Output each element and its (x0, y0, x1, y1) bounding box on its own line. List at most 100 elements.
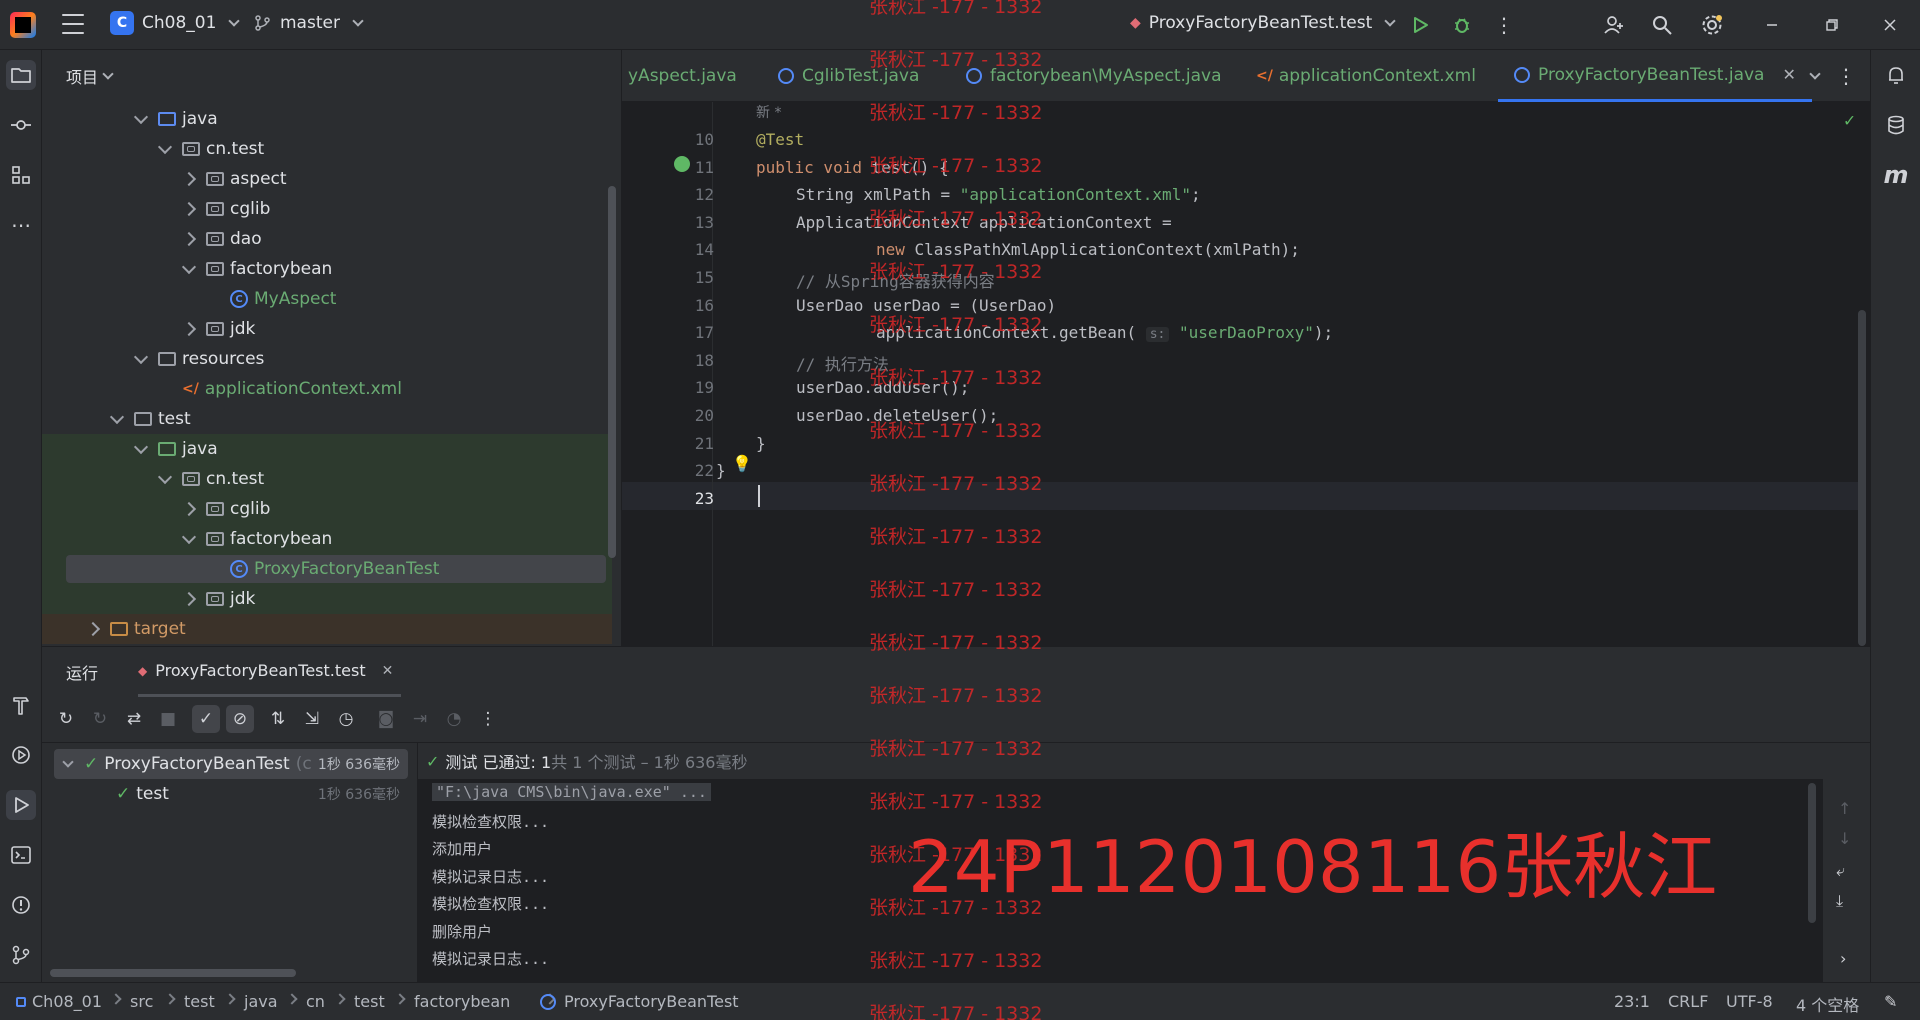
expand-right-icon[interactable]: › (1840, 949, 1846, 968)
chevron-right-icon[interactable] (181, 321, 197, 337)
intellij-logo-icon[interactable] (10, 12, 36, 38)
history-clock-icon[interactable]: ◷ (332, 705, 360, 733)
breadcrumb-item[interactable]: Ch08_01 (32, 992, 102, 1011)
tree-item[interactable]: java (42, 104, 612, 134)
tab-application-context[interactable]: </ applicationContext.xml (1256, 50, 1476, 102)
intention-bulb-icon[interactable]: 💡 (732, 454, 752, 473)
git-icon[interactable] (6, 940, 36, 970)
run-tab[interactable]: ◆ ProxyFactoryBeanTest.test ✕ (138, 647, 402, 697)
run-more-icon[interactable]: ⋮ (474, 705, 502, 733)
notifications-bell-icon[interactable] (1881, 60, 1911, 90)
code-editor[interactable]: 新 * 10 @Test 11 public void test() {12 Strin… (622, 102, 1870, 646)
code-line[interactable]: userDao.addUser(); (796, 378, 969, 397)
services-icon[interactable] (6, 740, 36, 770)
chevron-down-icon[interactable] (157, 139, 173, 154)
camera-icon[interactable]: ◙ (372, 705, 400, 733)
code-line[interactable]: @Test (756, 130, 804, 149)
settings-gear-icon[interactable] (1698, 11, 1726, 39)
more-tools-icon[interactable]: ⋯ (6, 210, 36, 240)
code-line[interactable]: userDao.deleteUser(); (796, 406, 998, 425)
close-tab-icon[interactable]: ✕ (1782, 65, 1795, 84)
stop-icon[interactable]: ■ (154, 705, 182, 733)
chevron-right-icon[interactable] (181, 501, 197, 517)
code-line[interactable]: } (716, 461, 726, 480)
code-line[interactable]: ApplicationContext applicationContext = (796, 213, 1172, 232)
show-ignored-icon[interactable]: ⊘ (226, 705, 254, 733)
close-window-icon[interactable] (1876, 11, 1904, 39)
breadcrumb-item[interactable]: cn (306, 992, 325, 1011)
test-suite-row[interactable]: ✓ ProxyFactoryBeanTest (c 1秒 636毫秒 (54, 749, 408, 779)
breadcrumb-item[interactable]: java (244, 992, 278, 1011)
tree-item[interactable]: jdk (42, 314, 612, 344)
close-run-tab-icon[interactable]: ✕ (382, 663, 394, 679)
soft-wrap-icon[interactable]: ⤶ (1836, 861, 1845, 881)
code-line[interactable]: // 执行方法 (796, 351, 889, 375)
chevron-down-icon[interactable] (133, 349, 149, 364)
line-separator[interactable]: CRLF (1668, 992, 1708, 1011)
project-scrollbar[interactable] (608, 186, 616, 558)
code-line[interactable]: public void test() { (756, 158, 949, 177)
tree-item[interactable]: java (42, 434, 612, 464)
tab-list-chevron-icon[interactable] (1798, 62, 1826, 90)
project-tool-folder-icon[interactable] (6, 60, 36, 90)
chevron-right-icon[interactable] (181, 591, 197, 607)
tree-item[interactable]: dao (42, 224, 612, 254)
chevron-right-icon[interactable] (181, 231, 197, 247)
tab-cglib-test[interactable]: CglibTest.java (778, 50, 919, 102)
add-user-icon[interactable] (1600, 11, 1628, 39)
code-line[interactable]: new ClassPathXmlApplicationContext(xmlPa… (876, 240, 1300, 259)
run-tool-icon[interactable] (6, 790, 36, 820)
sort-alphabetically-icon[interactable]: ⇅ (264, 705, 292, 733)
tree-item[interactable]: </ applicationContext.xml (42, 374, 612, 404)
tab-proxy-factory-bean-test[interactable]: ProxyFactoryBeanTest.java ✕ (1498, 50, 1812, 102)
chevron-down-icon[interactable] (181, 259, 197, 274)
tab-more-icon[interactable]: ⋮ (1832, 62, 1860, 90)
tree-item[interactable]: factorybean (42, 254, 612, 284)
sort-by-duration-icon[interactable]: ⇲ (298, 705, 326, 733)
restore-window-icon[interactable] (1818, 11, 1846, 39)
toggle-auto-test-icon[interactable]: ⇄ (120, 705, 148, 733)
search-icon[interactable] (1648, 11, 1676, 39)
branch-switcher[interactable]: master (254, 13, 364, 33)
scroll-to-end-icon[interactable]: ⤓ (1836, 891, 1843, 911)
run-test-gutter-icon[interactable] (674, 156, 690, 172)
chevron-right-icon[interactable] (181, 201, 197, 217)
cursor-position[interactable]: 23:1 (1614, 992, 1650, 1011)
editor-scrollbar[interactable] (1858, 310, 1866, 646)
tree-item[interactable]: C ProxyFactoryBeanTest (42, 554, 612, 584)
breadcrumb-item[interactable]: ProxyFactoryBeanTest (564, 992, 739, 1011)
run-icon[interactable] (1406, 11, 1434, 39)
tree-item[interactable]: target (42, 614, 612, 644)
scroll-up-icon[interactable]: ↑ (1838, 799, 1851, 818)
minimize-window-icon[interactable] (1758, 11, 1786, 39)
code-line[interactable]: String xmlPath = "applicationContext.xml… (796, 185, 1201, 204)
maven-icon[interactable]: m (1881, 160, 1911, 190)
breadcrumb-item[interactable]: src (130, 992, 153, 1011)
test-tree-scrollbar[interactable] (50, 969, 296, 977)
code-line[interactable]: UserDao userDao = (UserDao) (796, 296, 1056, 315)
more-actions-icon[interactable]: ⋮ (1490, 11, 1518, 39)
structure-icon[interactable] (6, 160, 36, 190)
problems-icon[interactable] (6, 890, 36, 920)
run-config-selector[interactable]: ◆ ProxyFactoryBeanTest.test (1130, 13, 1396, 33)
rerun-icon[interactable]: ↻ (52, 705, 80, 733)
main-menu-icon[interactable] (62, 14, 84, 34)
tree-item[interactable]: cn.test (42, 134, 612, 164)
build-hammer-icon[interactable] (6, 690, 36, 720)
debug-icon[interactable] (1448, 11, 1476, 39)
read-only-toggle-icon[interactable]: ✎ (1884, 992, 1897, 1011)
tree-item[interactable]: aspect (42, 164, 612, 194)
project-switcher[interactable]: C Ch08_01 (110, 11, 241, 35)
tab-factorybean-my-aspect[interactable]: factorybean\MyAspect.java (966, 50, 1222, 102)
indent-setting[interactable]: 4 个空格 (1796, 992, 1859, 1016)
tree-item[interactable]: factorybean (42, 524, 612, 554)
chevron-down-icon[interactable] (181, 529, 197, 544)
database-icon[interactable] (1881, 110, 1911, 140)
commit-icon[interactable] (6, 110, 36, 140)
scroll-down-icon[interactable]: ↓ (1838, 829, 1851, 848)
chevron-down-icon[interactable] (133, 109, 149, 124)
tree-item[interactable]: C MyAspect (42, 284, 612, 314)
import-tests-icon[interactable]: ⇥ (406, 705, 434, 733)
terminal-icon[interactable] (6, 840, 36, 870)
tree-item[interactable]: cglib (42, 494, 612, 524)
